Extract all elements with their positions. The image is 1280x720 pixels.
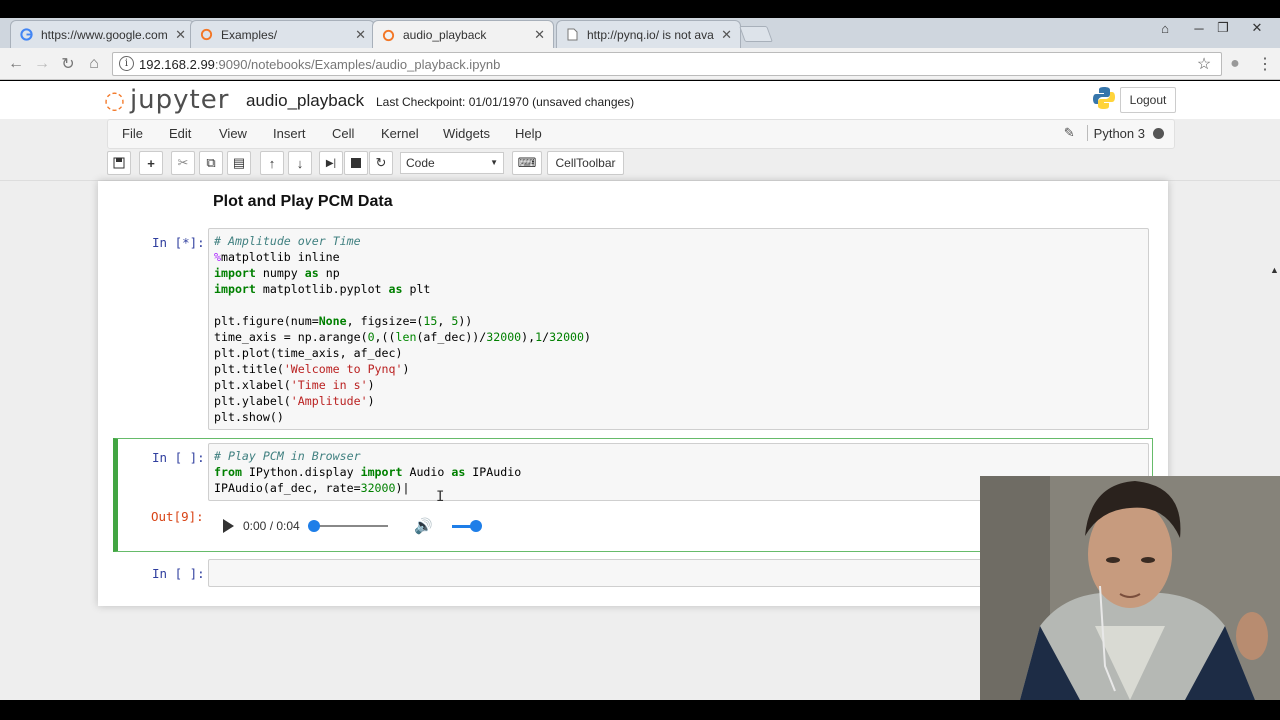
keyboard-icon[interactable]: ⌨ xyxy=(512,151,542,175)
menu-insert[interactable]: Insert xyxy=(273,126,306,141)
minimize-icon[interactable]: ─ xyxy=(1186,18,1212,38)
volume-icon[interactable]: 🔊 xyxy=(414,517,433,535)
menu-bar: File Edit View Insert Cell Kernel Widget… xyxy=(107,119,1175,149)
copy-icon[interactable]: ⧉ xyxy=(199,151,223,175)
notebook-toolbar: + ✂ ⧉ ▤ ↑ ↓ ▶| ↻ Code ▼ ⌨ CellToolbar xyxy=(107,151,1175,179)
tab-examples[interactable]: Examples/ ✕ xyxy=(190,20,375,48)
tab-title: https://www.google.com xyxy=(41,27,168,42)
code-cell-input[interactable]: # Amplitude over Time %matplotlib inline… xyxy=(208,228,1149,430)
browser-toolbar: ← → ↻ ⌂ i 192.168.2.99:9090/notebooks/Ex… xyxy=(0,48,1280,80)
window-close-icon[interactable]: ✕ xyxy=(1244,18,1270,38)
menu-widgets[interactable]: Widgets xyxy=(443,126,490,141)
jupyter-logo[interactable]: ◌ jupyter xyxy=(104,85,229,115)
celltoolbar-button[interactable]: CellToolbar xyxy=(547,151,624,175)
audio-seek-slider[interactable] xyxy=(312,525,388,527)
notebook-name[interactable]: audio_playback xyxy=(246,91,364,111)
browser-tab-strip: https://www.google.com ✕ Examples/ ✕ aud… xyxy=(0,18,1280,49)
menu-edit[interactable]: Edit xyxy=(169,126,191,141)
python-logo-icon xyxy=(1093,87,1115,109)
close-icon[interactable]: ✕ xyxy=(175,27,186,43)
kernel-name: Python 3 xyxy=(1093,125,1145,141)
home-icon[interactable]: ⌂ xyxy=(84,54,104,74)
jupyter-favicon xyxy=(199,28,213,42)
jupyter-logo-text: jupyter xyxy=(129,85,230,115)
input-prompt: In [ ]: xyxy=(152,450,205,465)
close-icon[interactable]: ✕ xyxy=(534,27,545,43)
chevron-down-icon: ▼ xyxy=(490,158,498,167)
run-cell-icon[interactable]: ▶| xyxy=(319,151,343,175)
kernel-busy-indicator-icon xyxy=(1153,127,1164,139)
menu-view[interactable]: View xyxy=(219,126,247,141)
tab-title: Examples/ xyxy=(221,27,278,42)
jupyter-header: ◌ jupyter audio_playback Last Checkpoint:… xyxy=(0,81,1280,119)
forward-arrow-icon[interactable]: → xyxy=(32,54,52,74)
restart-kernel-icon[interactable]: ↻ xyxy=(369,151,393,175)
play-icon[interactable] xyxy=(223,519,234,533)
audio-player: 0:00 / 0:04 🔊 xyxy=(212,513,502,539)
seek-handle[interactable] xyxy=(308,520,320,532)
kernel-indicator: ✎ Python 3 xyxy=(1064,125,1164,141)
cell-type-value: Code xyxy=(406,156,435,170)
pencil-icon[interactable]: ✎ xyxy=(1064,125,1075,141)
bookmark-star-icon[interactable]: ☆ xyxy=(1194,54,1214,74)
jupyter-logo-icon: ◌ xyxy=(104,86,126,114)
url-path: :9090/notebooks/Examples/audio_playback.… xyxy=(214,56,501,72)
jupyter-favicon xyxy=(381,28,395,42)
move-down-icon[interactable]: ↓ xyxy=(288,151,312,175)
page-icon xyxy=(565,28,579,42)
url-host: 192.168.2.99 xyxy=(139,56,215,72)
menu-cell[interactable]: Cell xyxy=(332,126,354,141)
info-icon[interactable]: i xyxy=(119,56,134,71)
input-prompt: In [*]: xyxy=(152,235,205,250)
save-icon[interactable] xyxy=(107,151,131,175)
tab-title: http://pynq.io/ is not ava xyxy=(587,27,714,42)
reload-icon[interactable]: ↻ xyxy=(58,54,78,74)
tab-title: audio_playback xyxy=(403,28,487,42)
add-cell-icon[interactable]: + xyxy=(139,151,163,175)
logout-button[interactable]: Logout xyxy=(1120,87,1176,113)
volume-handle[interactable] xyxy=(470,520,482,532)
interrupt-icon[interactable] xyxy=(344,151,368,175)
browser-menu-icon[interactable]: ⋮ xyxy=(1255,54,1275,74)
presenter-video-image xyxy=(980,476,1280,700)
extension-icon[interactable]: ● xyxy=(1225,54,1245,74)
scroll-up-arrow-icon[interactable]: ▲ xyxy=(1270,265,1279,275)
input-prompt: In [ ]: xyxy=(152,566,205,581)
new-tab-button[interactable] xyxy=(739,26,773,42)
menu-kernel[interactable]: Kernel xyxy=(381,126,419,141)
paste-icon[interactable]: ▤ xyxy=(227,151,251,175)
address-bar[interactable]: i 192.168.2.99:9090/notebooks/Examples/a… xyxy=(112,52,1222,76)
google-icon xyxy=(19,28,33,42)
code-source: # Amplitude over Time %matplotlib inline… xyxy=(214,234,591,424)
checkpoint-status: Last Checkpoint: 01/01/1970 (unsaved cha… xyxy=(376,95,635,109)
markdown-heading: Plot and Play PCM Data xyxy=(213,193,393,210)
webcam-overlay xyxy=(980,476,1280,700)
divider xyxy=(1086,125,1088,141)
close-icon[interactable]: ✕ xyxy=(721,27,732,43)
move-up-icon[interactable]: ↑ xyxy=(260,151,284,175)
close-icon[interactable]: ✕ xyxy=(355,27,366,43)
tab-audio-playback[interactable]: audio_playback ✕ xyxy=(372,20,554,49)
restore-icon[interactable]: ❐ xyxy=(1210,18,1236,38)
text-cursor-icon: I xyxy=(436,489,445,505)
user-profile-icon[interactable]: ⌂ xyxy=(1152,18,1178,38)
tab-google[interactable]: https://www.google.com ✕ xyxy=(10,20,195,48)
screen-bottom-border xyxy=(0,700,1280,720)
output-prompt: Out[9]: xyxy=(151,509,204,524)
menu-file[interactable]: File xyxy=(122,126,143,141)
audio-time: 0:00 / 0:04 xyxy=(243,519,300,533)
menu-help[interactable]: Help xyxy=(515,126,542,141)
tab-pynq[interactable]: http://pynq.io/ is not ava ✕ xyxy=(556,20,741,48)
back-arrow-icon[interactable]: ← xyxy=(6,54,26,74)
cut-icon[interactable]: ✂ xyxy=(171,151,195,175)
screen-top-border xyxy=(0,0,1280,18)
cell-type-select[interactable]: Code ▼ xyxy=(400,152,504,174)
